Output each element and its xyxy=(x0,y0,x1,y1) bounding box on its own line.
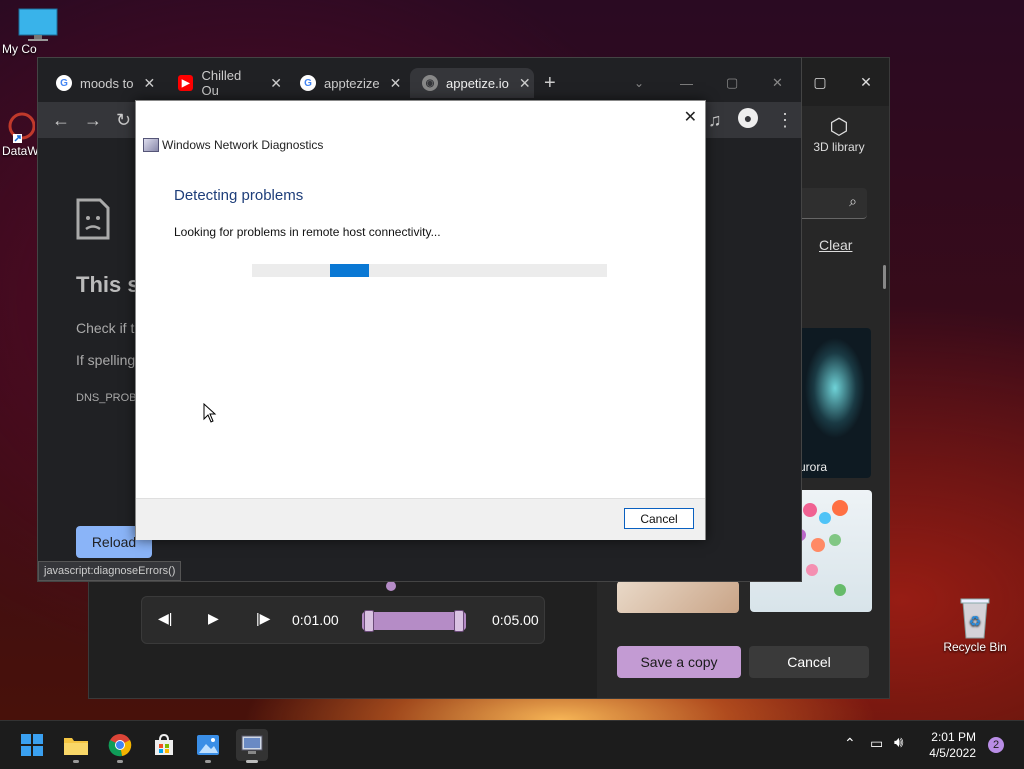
dialog-message: Looking for problems in remote host conn… xyxy=(174,225,441,239)
running-indicator xyxy=(205,760,211,763)
close-tab-icon[interactable]: ✕ xyxy=(143,75,155,92)
search-icon: ⌕ xyxy=(849,193,857,209)
forward-icon[interactable]: → xyxy=(84,110,102,131)
photos-titlebar-buttons: ▢ ✕ xyxy=(797,58,889,106)
close-tab-icon[interactable]: ✕ xyxy=(519,75,531,92)
previous-frame-icon[interactable]: ◀| xyxy=(158,610,172,627)
dialog-footer: Cancel xyxy=(136,498,705,540)
trim-start-time: 0:01.00 xyxy=(292,612,339,628)
maximize-icon[interactable]: ▢ xyxy=(726,68,738,98)
monitor-icon xyxy=(18,8,58,42)
tab-search-icon[interactable]: ⌄ xyxy=(634,68,644,98)
back-icon[interactable]: ← xyxy=(52,110,70,131)
3d-library-label: 3D library xyxy=(813,140,865,154)
chrome-icon[interactable] xyxy=(104,729,136,763)
profile-icon[interactable]: ● xyxy=(738,108,758,128)
google-icon: G xyxy=(56,75,72,91)
network-diagnostics-dialog: ✕ Windows Network Diagnostics Detecting … xyxy=(135,100,706,540)
3d-library-button[interactable]: ⬡ 3D library xyxy=(803,114,875,154)
notification-badge[interactable]: 2 xyxy=(988,737,1004,753)
svg-text:♻: ♻ xyxy=(969,614,982,630)
maximize-icon[interactable]: ▢ xyxy=(797,58,843,106)
mouse-cursor-icon xyxy=(203,402,217,428)
new-tab-button[interactable]: + xyxy=(544,68,568,98)
error-line: If spelling xyxy=(76,352,136,368)
thumbnail-aurora[interactable]: urora xyxy=(795,328,871,478)
file-explorer-icon[interactable] xyxy=(60,729,92,763)
clock-time: 2:01 PM xyxy=(931,730,976,744)
next-frame-icon[interactable]: |▶ xyxy=(256,610,270,627)
desktop-icon-label: DataW xyxy=(2,144,39,158)
tab-moods[interactable]: G moods to ✕ xyxy=(44,68,160,98)
start-icon[interactable] xyxy=(16,729,48,761)
dialog-heading: Detecting problems xyxy=(174,187,304,204)
volume-icon[interactable]: 🔊︎ xyxy=(894,734,903,751)
clear-link[interactable]: Clear xyxy=(819,237,852,253)
minimize-icon[interactable]: — xyxy=(680,68,693,98)
cancel-button[interactable]: Cancel xyxy=(624,508,694,529)
trim-end-time: 0:05.00 xyxy=(492,612,539,628)
trim-range-bar[interactable] xyxy=(362,610,466,632)
desktop-icon-recycle-bin[interactable]: ♻ Recycle Bin xyxy=(940,596,1010,654)
show-hidden-icons-icon[interactable]: ⌃ xyxy=(844,735,856,752)
shortcut-icon xyxy=(5,110,36,144)
close-tab-icon[interactable]: ✕ xyxy=(270,75,282,92)
trim-start-handle[interactable] xyxy=(364,610,374,632)
media-control-icon[interactable]: ♫ xyxy=(708,110,722,131)
tab-label: appetize.io xyxy=(446,75,509,91)
desktop-icon-label: Recycle Bin xyxy=(943,640,1007,654)
reload-icon[interactable]: ↻ xyxy=(116,110,131,131)
video-trim-player: ◀| ▶ |▶ 0:01.00 0:05.00 xyxy=(141,596,545,644)
store-icon[interactable] xyxy=(148,729,180,761)
playhead-handle[interactable] xyxy=(386,581,396,591)
save-a-copy-button[interactable]: Save a copy xyxy=(617,646,741,678)
photos-icon[interactable] xyxy=(192,729,224,763)
close-icon[interactable]: ✕ xyxy=(684,107,697,127)
tab-chilled-out[interactable]: ▶ Chilled Ou ✕ xyxy=(166,68,282,98)
menu-icon[interactable]: ⋮ xyxy=(776,110,794,131)
desktop-icon-my-computer[interactable]: My Co xyxy=(0,8,76,56)
tab-appetize[interactable]: ◉ appetize.io ✕ xyxy=(410,68,534,98)
running-indicator xyxy=(246,760,258,763)
trim-end-handle[interactable] xyxy=(454,610,464,632)
close-tab-icon[interactable]: ✕ xyxy=(390,75,402,92)
photos-cancel-button[interactable]: Cancel xyxy=(749,646,869,678)
network-diagnostics-icon xyxy=(143,138,159,152)
progress-bar xyxy=(252,264,607,277)
error-code: DNS_PROB xyxy=(76,392,137,404)
progress-bar-fill xyxy=(330,264,369,277)
tab-strip: G moods to ✕ ▶ Chilled Ou ✕ G apptezize … xyxy=(38,58,801,102)
google-icon: G xyxy=(300,75,316,91)
youtube-icon: ▶ xyxy=(178,75,194,91)
thumbnail-label: urora xyxy=(799,460,828,474)
running-indicator xyxy=(117,760,123,763)
tab-apptezize[interactable]: G apptezize ✕ xyxy=(288,68,404,98)
desktop-icon-label: My Co xyxy=(2,42,37,56)
thumbnail-autumn[interactable] xyxy=(617,581,739,613)
cube-icon: ⬡ xyxy=(829,114,849,139)
network-icon[interactable]: ▭ xyxy=(870,735,883,752)
close-window-icon[interactable]: ✕ xyxy=(772,68,783,98)
tab-label: moods to xyxy=(80,75,134,91)
network-diagnostics-taskbar-icon[interactable] xyxy=(236,729,268,763)
globe-icon: ◉ xyxy=(422,75,438,91)
dialog-title: Windows Network Diagnostics xyxy=(162,138,324,152)
error-line: Check if t xyxy=(76,320,135,336)
close-icon[interactable]: ✕ xyxy=(843,58,889,106)
clock-date: 4/5/2022 xyxy=(929,746,976,760)
sad-document-icon xyxy=(76,198,110,245)
taskbar: ⌃ ▭ 🔊︎ 2:01 PM 4/5/2022 2 xyxy=(0,720,1024,769)
scrollbar[interactable] xyxy=(883,265,886,289)
tab-label: Chilled Ou xyxy=(201,68,242,98)
tab-label: apptezize xyxy=(324,75,380,91)
running-indicator xyxy=(73,760,79,763)
taskbar-clock[interactable]: 2:01 PM 4/5/2022 xyxy=(918,729,976,761)
play-icon[interactable]: ▶ xyxy=(208,610,219,627)
desktop-icon-datawrapper[interactable]: DataW xyxy=(0,110,40,158)
recycle-bin-icon: ♻ xyxy=(957,596,993,640)
status-url-bubble: javascript:diagnoseErrors() xyxy=(38,561,182,581)
